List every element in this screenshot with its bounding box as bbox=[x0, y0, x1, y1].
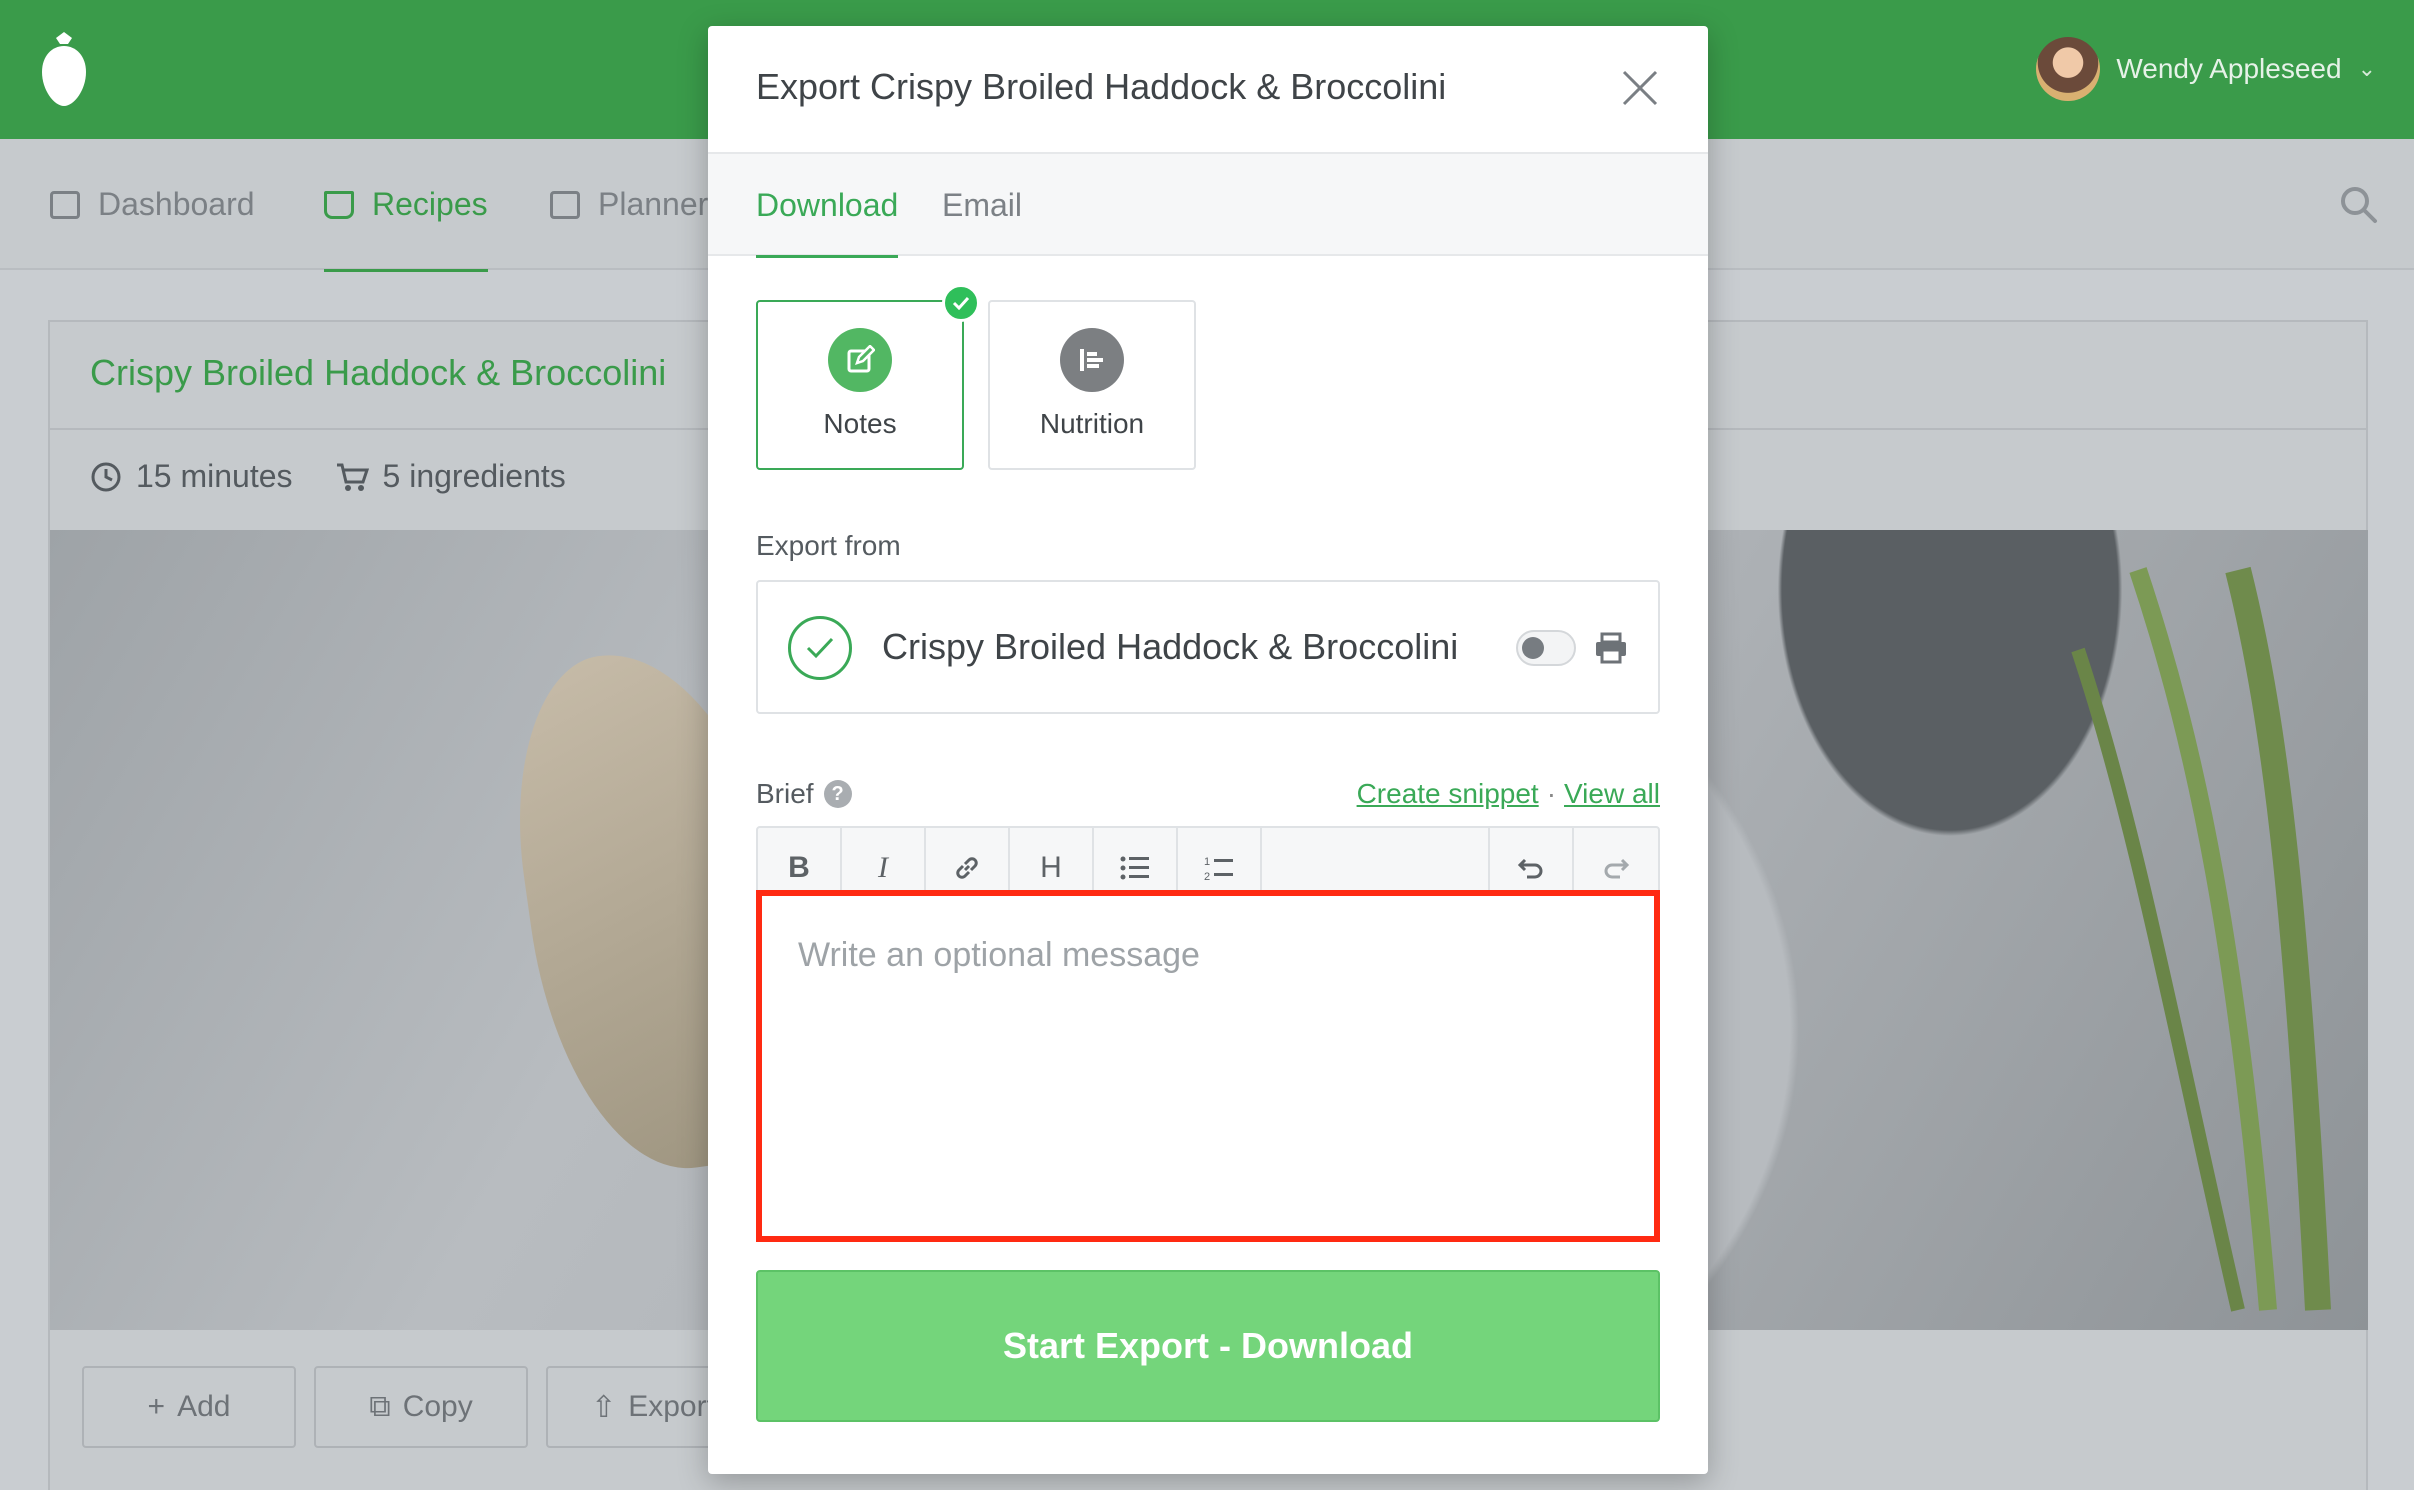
tab-email[interactable]: Email bbox=[942, 154, 1022, 256]
copy-button-label: Copy bbox=[402, 1390, 473, 1423]
copy-button[interactable]: ⧉ Copy bbox=[314, 1366, 528, 1448]
create-snippet-link[interactable]: Create snippet bbox=[1357, 778, 1539, 810]
nav-item-dashboard[interactable]: Dashboard bbox=[50, 139, 255, 270]
brief-links: Create snippet · View all bbox=[1357, 778, 1660, 810]
view-all-link[interactable]: View all bbox=[1564, 778, 1660, 810]
tray-icon bbox=[324, 190, 354, 219]
nav-item-label: Planner bbox=[598, 186, 709, 222]
include-toggle[interactable] bbox=[1516, 630, 1576, 666]
recipe-ingredients-text: 5 ingredients bbox=[382, 458, 566, 494]
modal-header: Export Crispy Broiled Haddock & Broccoli… bbox=[708, 26, 1708, 154]
search-icon[interactable] bbox=[2338, 184, 2378, 224]
modal-tabs: Download Email bbox=[708, 154, 1708, 258]
export-from-item[interactable]: Crispy Broiled Haddock & Broccolini bbox=[756, 580, 1660, 714]
export-button-label: Export bbox=[628, 1390, 715, 1423]
export-from-name: Crispy Broiled Haddock & Broccolini bbox=[882, 626, 1459, 667]
export-from-label: Export from bbox=[756, 530, 901, 561]
cart-icon bbox=[336, 463, 369, 491]
modal-title: Export Crispy Broiled Haddock & Broccoli… bbox=[756, 66, 1447, 107]
svg-text:1: 1 bbox=[1204, 856, 1210, 868]
upload-icon: ⇧ bbox=[591, 1390, 617, 1424]
svg-text:2: 2 bbox=[1204, 871, 1210, 882]
nav-item-recipes[interactable]: Recipes bbox=[324, 139, 488, 272]
clock-icon bbox=[91, 462, 121, 491]
chevron-down-icon[interactable]: ⌄ bbox=[2358, 56, 2376, 82]
nav-item-label: Dashboard bbox=[98, 186, 255, 222]
brief-label: Brief bbox=[756, 778, 814, 809]
tab-download[interactable]: Download bbox=[756, 154, 899, 258]
bulleted-list-icon bbox=[1120, 856, 1149, 880]
start-export-button[interactable]: Start Export - Download bbox=[756, 1270, 1660, 1422]
message-input[interactable] bbox=[762, 896, 1654, 1236]
toggle-knob bbox=[1522, 637, 1544, 659]
edit-icon bbox=[828, 328, 892, 392]
link-icon bbox=[956, 857, 978, 879]
printer-icon[interactable] bbox=[1594, 632, 1628, 664]
card-actions: + Add ⧉ Copy ⇧ Export bbox=[82, 1366, 760, 1448]
recipe-ingredients: 5 ingredients bbox=[335, 458, 566, 495]
chart-icon bbox=[1060, 328, 1124, 392]
copy-icon: ⧉ bbox=[369, 1390, 391, 1423]
close-icon[interactable] bbox=[1620, 68, 1660, 108]
add-button-label: Add bbox=[177, 1390, 231, 1423]
recipe-time: 15 minutes bbox=[90, 458, 293, 495]
redo-icon bbox=[1604, 858, 1630, 879]
nav-item-planner[interactable]: Planner bbox=[550, 139, 708, 270]
option-nutrition-label: Nutrition bbox=[1039, 408, 1145, 439]
avatar[interactable] bbox=[2036, 37, 2101, 101]
message-field-highlight bbox=[756, 890, 1660, 1242]
brief-label-row: Brief ? bbox=[756, 778, 852, 810]
numbered-list-icon: 1 2 bbox=[1204, 856, 1233, 882]
user-menu[interactable]: Wendy Appleseed ⌄ bbox=[2036, 36, 2376, 102]
option-notes-label: Notes bbox=[823, 408, 897, 439]
logo-icon[interactable] bbox=[42, 32, 86, 106]
option-notes[interactable]: Notes bbox=[756, 284, 980, 470]
nav-item-label: Recipes bbox=[372, 186, 488, 222]
user-name[interactable]: Wendy Appleseed bbox=[2116, 53, 2341, 85]
recipe-time-text: 15 minutes bbox=[136, 458, 293, 494]
option-nutrition[interactable]: Nutrition bbox=[988, 300, 1196, 470]
recipe-title[interactable]: Crispy Broiled Haddock & Broccolini bbox=[90, 352, 666, 394]
checkmark-icon bbox=[942, 284, 980, 322]
add-button[interactable]: + Add bbox=[82, 1366, 296, 1448]
photo-broccolini bbox=[2071, 566, 2331, 1312]
help-icon[interactable]: ? bbox=[823, 780, 852, 808]
calendar-icon bbox=[550, 190, 580, 219]
plus-icon: + bbox=[147, 1390, 166, 1423]
undo-icon bbox=[1517, 858, 1543, 879]
recipe-meta: 15 minutes 5 ingredients bbox=[90, 458, 566, 495]
export-modal: Export Crispy Broiled Haddock & Broccoli… bbox=[708, 26, 1708, 1474]
dashboard-icon bbox=[50, 190, 80, 219]
check-circle-icon bbox=[788, 616, 852, 680]
link-separator: · bbox=[1546, 778, 1557, 809]
